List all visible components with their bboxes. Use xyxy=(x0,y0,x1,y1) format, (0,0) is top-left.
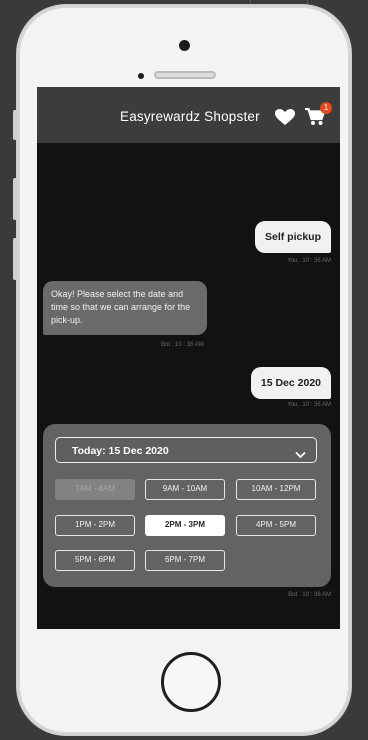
user-message-bubble: 15 Dec 2020 xyxy=(250,367,331,399)
user-message-bubble: Self pickup xyxy=(254,221,331,253)
pickup-slot-picker: Today: 15 Dec 2020 7AM - 8AM 9AM - 10AM … xyxy=(43,424,331,587)
earpiece-speaker xyxy=(154,71,216,79)
time-slot-button[interactable]: 10AM - 12PM xyxy=(236,479,316,500)
time-slot-button[interactable]: 6PM - 7PM xyxy=(145,550,225,571)
message-timestamp: Bot . 10 : 36 AM xyxy=(288,592,331,598)
cart-count-badge: 1 xyxy=(320,102,332,114)
front-camera xyxy=(179,40,190,51)
home-button[interactable] xyxy=(161,652,221,712)
time-slot-button-selected[interactable]: 2PM - 3PM xyxy=(145,515,225,536)
time-slot-button: 7AM - 8AM xyxy=(55,479,135,500)
time-slot-button[interactable]: 4PM - 5PM xyxy=(236,515,316,536)
time-slot-button[interactable]: 1PM - 2PM xyxy=(55,515,135,536)
heart-icon[interactable] xyxy=(275,109,295,131)
time-slot-button[interactable]: 5PM - 6PM xyxy=(55,550,135,571)
time-slot-button[interactable]: 9AM - 10AM xyxy=(145,479,225,500)
message-timestamp: You . 10 : 36 AM xyxy=(287,258,331,264)
app-bar: Easyrewardz Shopster 1 xyxy=(37,87,340,143)
app-title: Easyrewardz Shopster xyxy=(120,109,260,124)
phone-screen: Easyrewardz Shopster 1 Self pickup You .… xyxy=(37,87,340,629)
message-timestamp: You . 10 : 36 AM xyxy=(287,402,331,408)
volume-down-button xyxy=(13,238,18,280)
date-dropdown[interactable]: Today: 15 Dec 2020 xyxy=(55,437,317,463)
chevron-down-icon[interactable] xyxy=(295,446,306,464)
mute-switch xyxy=(13,110,18,140)
proximity-sensor xyxy=(138,73,144,79)
bot-message-bubble: Okay! Please select the date and time so… xyxy=(43,281,207,335)
date-dropdown-value: Today: 15 Dec 2020 xyxy=(72,445,169,457)
message-timestamp: Bot . 10 : 36 AM xyxy=(161,342,204,348)
volume-up-button xyxy=(13,178,18,220)
phone-frame: Easyrewardz Shopster 1 Self pickup You .… xyxy=(13,6,350,734)
